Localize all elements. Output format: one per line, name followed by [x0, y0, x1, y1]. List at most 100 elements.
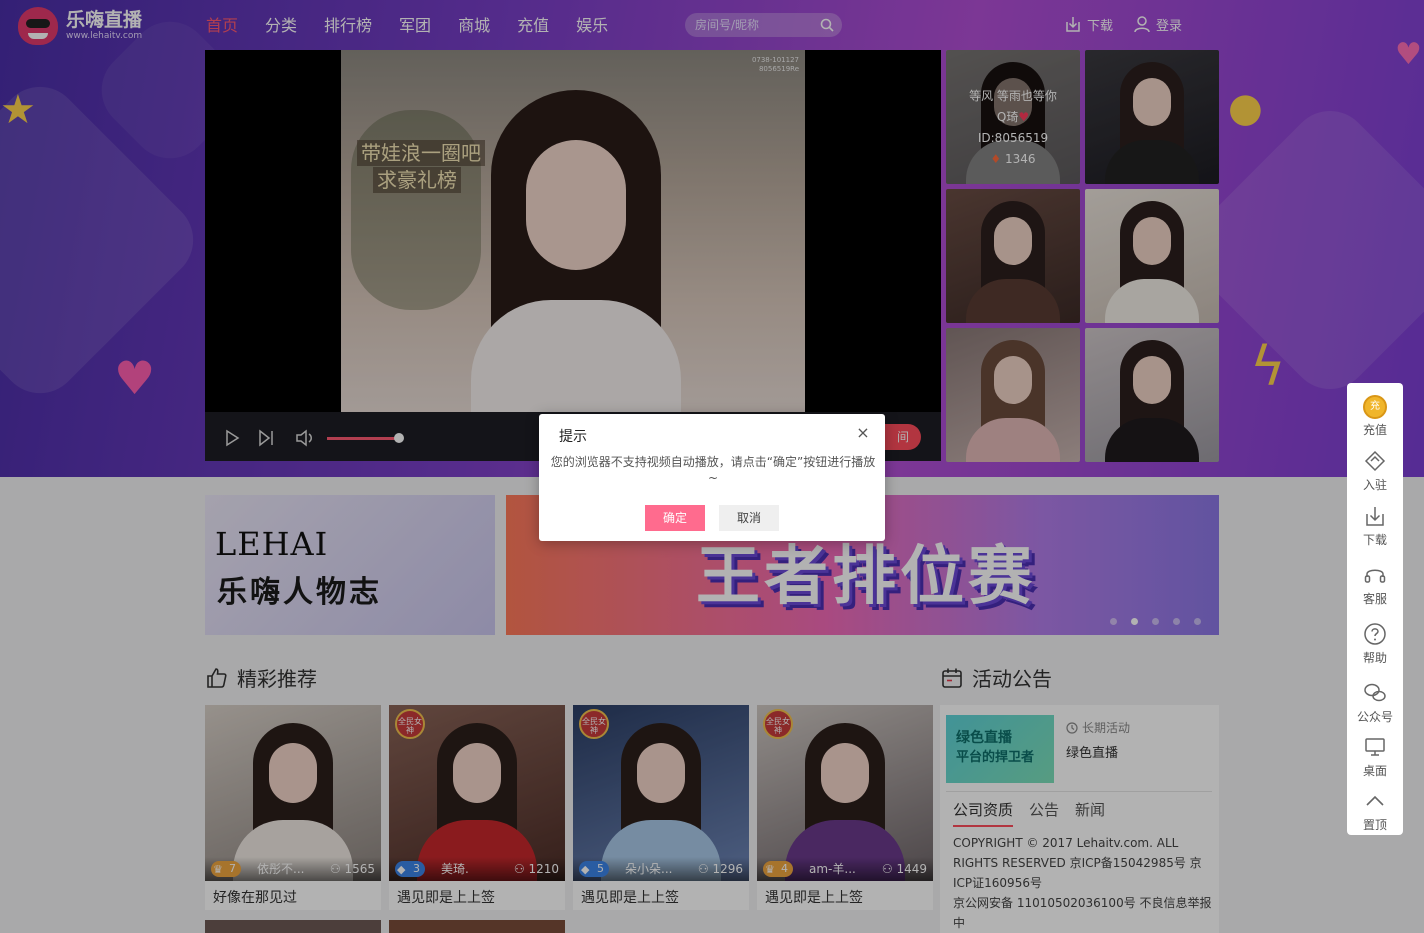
side-item-label: 置顶 [1362, 818, 1387, 832]
level-badge: ♛ 7 [211, 861, 241, 877]
nav-ranking[interactable]: 排行榜 [324, 14, 372, 38]
next-icon[interactable] [257, 429, 275, 447]
carousel-dot[interactable] [1173, 618, 1180, 625]
viewer-count: ⚇ 1296 [698, 861, 743, 877]
chevron-up-icon [1366, 795, 1384, 806]
carousel-dot[interactable] [1110, 618, 1117, 625]
tab-company-qualification[interactable]: 公司资质 [953, 799, 1014, 827]
tab-news[interactable]: 新闻 [1075, 799, 1105, 827]
carousel-dot-active[interactable] [1131, 618, 1138, 625]
thumb-name: Q琦 [996, 110, 1019, 124]
announce-heading: 活动公告 [940, 663, 1052, 692]
side-item-label: 下载 [1362, 533, 1387, 547]
nav-entertainment[interactable]: 娱乐 [576, 14, 608, 38]
streamer-face [526, 140, 626, 270]
coin-icon: 充 [1363, 395, 1387, 419]
live-thumb[interactable] [946, 328, 1080, 462]
side-item-label: 桌面 [1362, 764, 1387, 778]
watermark-line: 0738-101127 [751, 56, 799, 64]
stream-card[interactable]: 全民女神 ◆ 5 朵小朵... ⚇ 1296 遇见即是上上签 [573, 705, 749, 910]
live-thumb[interactable] [946, 189, 1080, 323]
stream-card-partial[interactable] [205, 920, 381, 933]
lollipop-icon: ● [1228, 85, 1263, 131]
download-link[interactable]: 下载 [1063, 13, 1113, 35]
stream-cover[interactable]: 全民女神 ♛ 4 am-羊... ⚇ 1449 [757, 705, 933, 881]
thumb-viewers: 1346 [1005, 152, 1036, 166]
cancel-button[interactable]: 取消 [719, 505, 779, 531]
announce-img-line: 平台的捍卫者 [956, 750, 1035, 765]
side-recharge[interactable]: 充 充值 [1347, 387, 1403, 441]
live-thumb[interactable]: 等风 等雨也等你 Q琦♥ ID:8056519 ♦ 1346 [946, 50, 1080, 184]
login-link[interactable]: 登录 [1132, 13, 1182, 35]
thumb-figure [994, 356, 1032, 404]
level-number: 5 [597, 862, 604, 875]
download-label: 下载 [1087, 18, 1114, 34]
stream-cover[interactable]: 全民女神 ◆ 3 美琦. ⚇ 1210 [389, 705, 565, 881]
nav-home[interactable]: 首页 [206, 14, 238, 38]
announce-item-title[interactable]: 绿色直播 [1066, 742, 1118, 761]
carousel-dot[interactable] [1152, 618, 1159, 625]
calendar-icon [942, 668, 962, 688]
nav-recharge[interactable]: 充值 [517, 14, 549, 38]
stream-cover[interactable]: ♛ 7 依彤不... ⚇ 1565 [205, 705, 381, 881]
clock-icon [1066, 721, 1078, 734]
thumb-title: 等风 等雨也等你 [969, 89, 1057, 103]
person-icon: ⚇ [329, 862, 341, 876]
thumb-id: ID:8056519 [977, 131, 1049, 145]
side-download[interactable]: 下载 [1347, 497, 1403, 551]
live-thumb[interactable] [1085, 328, 1219, 462]
stream-cover[interactable]: 全民女神 ◆ 5 朵小朵... ⚇ 1296 [573, 705, 749, 881]
viewer-number: 1449 [896, 862, 927, 876]
confirm-button[interactable]: 确定 [645, 505, 705, 531]
streamer-nick: 美琦. [441, 862, 469, 876]
side-help[interactable]: 帮助 [1347, 615, 1403, 669]
video-player[interactable]: 带娃浪一圈吧 求豪礼榜 0738-101127 8056519Re 间 [205, 50, 941, 461]
diamond-icon: ◆ [397, 863, 406, 876]
side-join[interactable]: 入驻 [1347, 442, 1403, 496]
banner-chinese-title: 乐嗨人物志 [217, 575, 382, 610]
diamond-icon: ◆ [581, 863, 590, 876]
side-back-to-top[interactable]: 置顶 [1347, 782, 1403, 836]
stream-card[interactable]: 全民女神 ♛ 4 am-羊... ⚇ 1449 遇见即是上上签 [757, 705, 933, 910]
side-wechat[interactable]: 公众号 [1347, 674, 1403, 728]
stream-card-partial[interactable] [389, 920, 565, 933]
volume-slider-fill[interactable] [327, 437, 399, 440]
search-input[interactable] [685, 13, 813, 37]
announce-thumbnail[interactable]: 绿色直播 平台的捍卫者 [946, 715, 1054, 783]
viewer-number: 1565 [344, 862, 375, 876]
volume-slider-handle[interactable] [394, 433, 404, 443]
site-logo[interactable]: 乐嗨直播 www.lehaitv.com [18, 6, 168, 46]
viewer-count: ⚇ 1210 [514, 861, 559, 877]
streamer-nick: 依彤不... [257, 862, 305, 876]
tab-notice[interactable]: 公告 [1029, 799, 1059, 827]
stream-card[interactable]: 全民女神 ◆ 3 美琦. ⚇ 1210 遇见即是上上签 [389, 705, 565, 910]
divider [946, 791, 1212, 792]
stream-info-bar: ◆ 5 朵小朵... ⚇ 1296 [573, 857, 749, 881]
nav-store[interactable]: 商城 [458, 14, 490, 38]
level-badge: ◆ 5 [579, 861, 609, 877]
close-icon[interactable]: × [855, 424, 871, 442]
video-frame[interactable]: 带娃浪一圈吧 求豪礼榜 0738-101127 8056519Re [341, 50, 805, 412]
download-icon [1366, 507, 1384, 526]
card-figure [821, 743, 869, 803]
person-icon: ⚇ [881, 862, 893, 876]
play-icon[interactable] [223, 429, 241, 447]
recommend-title: 精彩推荐 [237, 667, 317, 691]
goddess-badge: 全民女神 [395, 709, 425, 739]
volume-icon[interactable] [295, 429, 317, 447]
nav-category[interactable]: 分类 [265, 14, 297, 38]
announce-panel: 绿色直播 平台的捍卫者 长期活动 绿色直播 公司资质 公告 新闻 COPYRIG… [940, 705, 1219, 933]
company-info: COPYRIGHT © 2017 Lehaitv.com. ALL RIGHTS… [953, 833, 1219, 933]
live-thumb[interactable] [1085, 50, 1219, 184]
side-desktop[interactable]: 桌面 [1347, 728, 1403, 782]
nav-legion[interactable]: 军团 [399, 14, 431, 38]
carousel-dot[interactable] [1194, 618, 1201, 625]
banner-lehai-people[interactable]: LEHAI 乐嗨人物志 [205, 495, 495, 635]
wechat-icon [1364, 683, 1386, 702]
side-support[interactable]: 客服 [1347, 556, 1403, 610]
recommend-heading: 精彩推荐 [205, 663, 317, 692]
search-icon[interactable] [820, 18, 834, 32]
video-caption: 带娃浪一圈吧 [357, 140, 485, 166]
live-thumb[interactable] [1085, 189, 1219, 323]
stream-card[interactable]: ♛ 7 依彤不... ⚇ 1565 好像在那见过 [205, 705, 381, 910]
